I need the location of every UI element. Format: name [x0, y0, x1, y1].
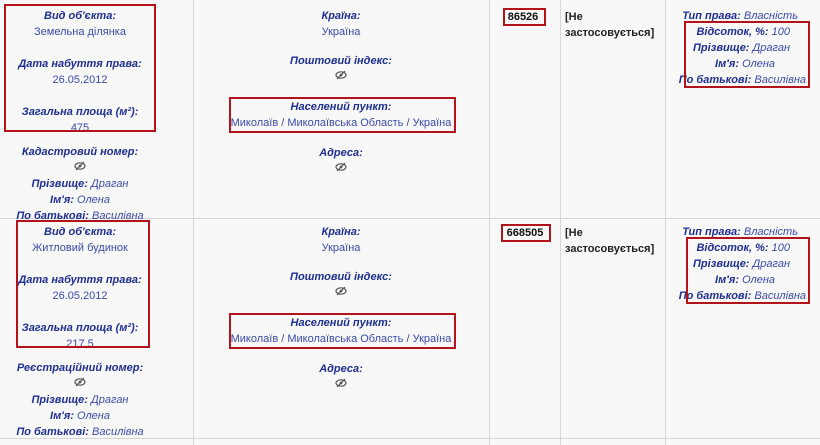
highlight-box — [686, 237, 810, 304]
name-label: Ім'я: — [50, 194, 74, 206]
patronymic-label: По батькові: — [16, 426, 89, 438]
eye-slash-icon — [74, 161, 86, 171]
name-value: Олена — [77, 194, 110, 206]
eye-slash-icon — [335, 70, 347, 80]
postal-code-label: Поштовий індекс: — [290, 271, 392, 283]
column-divider — [489, 0, 490, 445]
eye-slash-icon — [335, 286, 347, 296]
country-value: Україна — [321, 26, 361, 38]
address-label: Адреса: — [319, 147, 363, 159]
patronymic-value: Василівна — [92, 426, 144, 438]
surname-value: Драган — [91, 178, 129, 190]
owner-info: Кадастровий номер: Прізвище: Драган Ім'я… — [0, 144, 160, 224]
country-label: Країна: — [321, 10, 361, 22]
highlight-box — [229, 313, 456, 349]
status-text: [Не застосовується] — [565, 11, 655, 39]
country-value: Україна — [321, 242, 361, 254]
address-info: Країна: Україна Поштовий індекс: Населен… — [193, 8, 489, 177]
postal-code-label: Поштовий індекс: — [290, 55, 392, 67]
country-label: Країна: — [321, 226, 361, 238]
registration-number-label: Реєстраційний номер: — [16, 362, 144, 374]
highlight-box — [229, 97, 456, 133]
declaration-table: Вид об'єкта: Земельна ділянка Дата набут… — [0, 0, 820, 445]
name-value: Олена — [77, 410, 110, 422]
surname-label: Прізвище: — [31, 178, 88, 190]
highlight-box — [16, 220, 150, 348]
column-divider — [560, 0, 561, 445]
eye-slash-icon — [335, 378, 347, 388]
eye-slash-icon — [74, 377, 86, 387]
cadastral-number-label: Кадастровий номер: — [21, 146, 139, 158]
name-label: Ім'я: — [50, 410, 74, 422]
highlight-box — [4, 4, 156, 132]
address-info: Країна: Україна Поштовий індекс: Населен… — [193, 224, 489, 393]
owner-info: Реєстраційний номер: Прізвище: Драган Ім… — [0, 360, 160, 440]
eye-slash-icon — [335, 162, 347, 172]
highlight-box — [501, 224, 551, 242]
highlight-box — [503, 8, 546, 26]
surname-label: Прізвище: — [31, 394, 88, 406]
surname-value: Драган — [91, 394, 129, 406]
status-text: [Не застосовується] — [565, 227, 655, 255]
highlight-box — [684, 21, 810, 88]
address-label: Адреса: — [319, 363, 363, 375]
